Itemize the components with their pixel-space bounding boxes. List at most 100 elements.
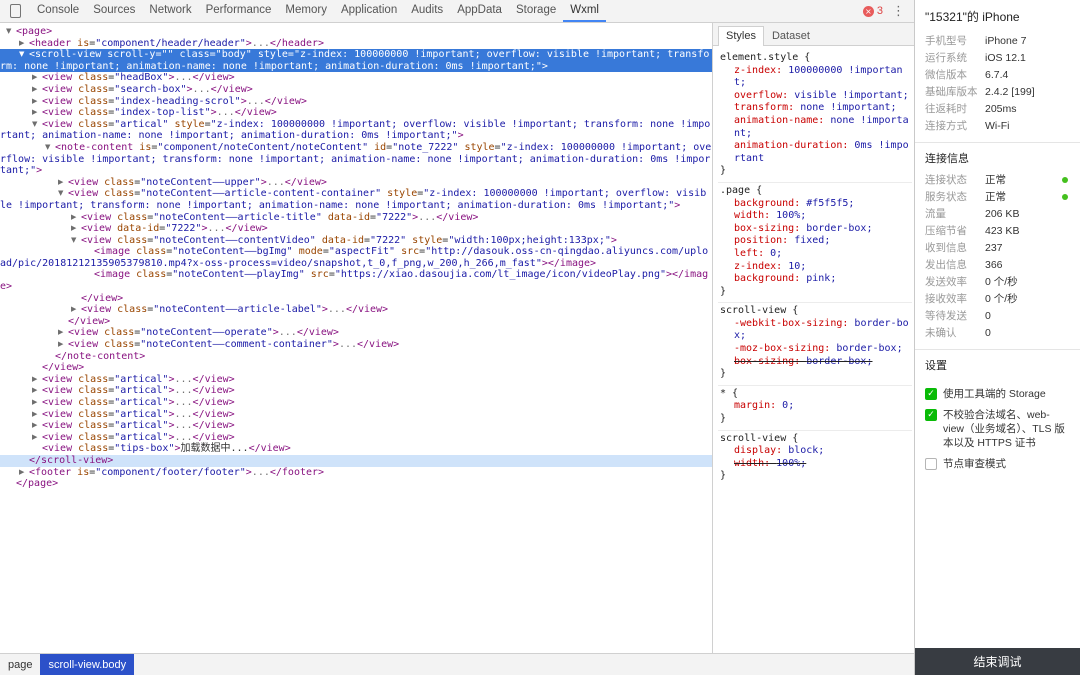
wxml-tree-line[interactable]: ▶ <view class="search-box">...</view>	[0, 84, 712, 96]
wxml-tree-line[interactable]: ▶ <header is="component/header/header">..…	[0, 38, 712, 50]
wxml-tree-line[interactable]: <image class="noteContent——bgImg" mode="…	[0, 246, 712, 269]
wxml-tree-line[interactable]: ▶ <view class="index-heading-scrol">...</…	[0, 96, 712, 108]
style-property[interactable]: box-sizing: border-box;	[720, 356, 910, 369]
rule-selector[interactable]: scroll-view {	[720, 305, 910, 318]
wxml-tree-line[interactable]: ▶ <view data-id="7222">...</view>	[0, 223, 712, 235]
wxml-tree-line[interactable]: </view>	[0, 293, 712, 305]
wxml-tree-line[interactable]: ▶ <footer is="component/footer/footer">..…	[0, 467, 712, 479]
styles-tab-styles[interactable]: Styles	[718, 26, 764, 46]
wxml-tree-line[interactable]: ▼ <page>	[0, 26, 712, 38]
collapse-arrow-icon[interactable]: ▼	[6, 26, 16, 38]
wxml-tree-line[interactable]: </note-content>	[0, 351, 712, 363]
wxml-tree-line[interactable]: ▶ <view class="artical">...</view>	[0, 374, 712, 386]
wxml-tree-line[interactable]: ▼ <view class="noteContent——contentVideo"…	[0, 235, 712, 247]
collapse-arrow-icon[interactable]: ▼	[71, 235, 81, 247]
breadcrumb-item[interactable]: page	[0, 654, 40, 675]
styles-tab-dataset[interactable]: Dataset	[764, 26, 818, 46]
style-property[interactable]: background: #f5f5f5;	[720, 198, 910, 211]
wxml-tree-line[interactable]: ▶ <view class="noteContent——upper">...</v…	[0, 177, 712, 189]
wxml-tree-line[interactable]: </page>	[0, 478, 712, 490]
style-property[interactable]: left: 0;	[720, 248, 910, 261]
breadcrumb-item[interactable]: scroll-view.body	[40, 654, 135, 675]
expand-arrow-icon[interactable]: ▶	[71, 223, 81, 235]
style-property[interactable]: margin: 0;	[720, 400, 910, 413]
style-property[interactable]: display: block;	[720, 445, 910, 458]
wxml-tree-line[interactable]: <view class="tips-box">加载数据中...</view>	[0, 443, 712, 455]
expand-arrow-icon[interactable]: ▶	[32, 420, 42, 432]
wxml-tree-line[interactable]: <image class="noteContent——playImg" src=…	[0, 269, 712, 292]
expand-arrow-icon[interactable]: ▶	[71, 304, 81, 316]
expand-arrow-icon[interactable]: ▶	[32, 432, 42, 444]
setting-item[interactable]: 节点审查模式	[925, 457, 1070, 471]
wxml-tree-line[interactable]: ▶ <view class="noteContent——operate">...<…	[0, 327, 712, 339]
expand-arrow-icon[interactable]: ▶	[19, 467, 29, 479]
style-property[interactable]: overflow: visible !important;	[720, 90, 910, 103]
wxml-tree-line[interactable]: ▶ <view class="artical">...</view>	[0, 409, 712, 421]
setting-item[interactable]: ✓ 不校验合法域名、web-view（业务域名）、TLS 版本以及 HTTPS 证…	[925, 408, 1070, 450]
style-property[interactable]: background: pink;	[720, 273, 910, 286]
tab-appdata[interactable]: AppData	[450, 0, 509, 22]
expand-arrow-icon[interactable]: ▶	[19, 38, 29, 50]
rule-selector[interactable]: * {	[720, 388, 910, 401]
setting-item[interactable]: ✓ 使用工具端的 Storage	[925, 387, 1070, 401]
wxml-tree-line[interactable]: ▶ <view class="artical">...</view>	[0, 385, 712, 397]
collapse-arrow-icon[interactable]: ▼	[19, 49, 29, 61]
wxml-tree-line[interactable]: ▶ <view class="artical">...</view>	[0, 420, 712, 432]
style-property[interactable]: position: fixed;	[720, 235, 910, 248]
rule-selector[interactable]: element.style {	[720, 52, 910, 65]
expand-arrow-icon[interactable]: ▶	[32, 409, 42, 421]
tab-audits[interactable]: Audits	[404, 0, 450, 22]
style-property[interactable]: animation-duration: 0ms !important	[720, 140, 910, 165]
rule-selector[interactable]: scroll-view {	[720, 433, 910, 446]
wxml-tree-line[interactable]: ▶ <view class="headBox">...</view>	[0, 72, 712, 84]
error-badge[interactable]: × 3	[862, 5, 883, 17]
expand-arrow-icon[interactable]: ▶	[58, 339, 68, 351]
style-property[interactable]: transform: none !important;	[720, 102, 910, 115]
collapse-arrow-icon[interactable]: ▼	[58, 188, 68, 200]
tab-storage[interactable]: Storage	[509, 0, 563, 22]
wxml-tree-line[interactable]: </scroll-view>	[0, 454, 712, 467]
style-property[interactable]: -moz-box-sizing: border-box;	[720, 343, 910, 356]
wxml-tree-line[interactable]: ▶ <view class="noteContent——comment-conta…	[0, 339, 712, 351]
expand-arrow-icon[interactable]: ▶	[58, 327, 68, 339]
checkbox[interactable]	[925, 458, 937, 470]
wxml-tree-line[interactable]: ▼ <view class="artical" style="z-index: 1…	[0, 119, 712, 142]
kebab-menu-icon[interactable]: ⋮	[892, 4, 905, 19]
tab-sources[interactable]: Sources	[86, 0, 142, 22]
wxml-tree-line[interactable]: </view>	[0, 362, 712, 374]
checkbox[interactable]: ✓	[925, 388, 937, 400]
style-property[interactable]: z-index: 10;	[720, 261, 910, 274]
tab-performance[interactable]: Performance	[199, 0, 279, 22]
style-property[interactable]: animation-name: none !important;	[720, 115, 910, 140]
style-property[interactable]: -webkit-box-sizing: border-box;	[720, 318, 910, 343]
expand-arrow-icon[interactable]: ▶	[32, 96, 42, 108]
checkbox[interactable]: ✓	[925, 409, 937, 421]
device-toggle-icon[interactable]	[10, 4, 21, 18]
wxml-tree-line[interactable]: ▼ <view class="noteContent——article-conte…	[0, 188, 712, 211]
rule-selector[interactable]: .page {	[720, 185, 910, 198]
expand-arrow-icon[interactable]: ▶	[32, 72, 42, 84]
tab-application[interactable]: Application	[334, 0, 404, 22]
wxml-tree-line[interactable]: ▶ <view class="noteContent——article-title…	[0, 212, 712, 224]
wxml-tree-line[interactable]: ▼ <scroll-view scroll-y="" class="body" s…	[0, 49, 712, 73]
expand-arrow-icon[interactable]: ▶	[32, 107, 42, 119]
collapse-arrow-icon[interactable]: ▼	[45, 142, 55, 154]
tab-memory[interactable]: Memory	[278, 0, 334, 22]
tab-network[interactable]: Network	[142, 0, 198, 22]
expand-arrow-icon[interactable]: ▶	[58, 177, 68, 189]
wxml-tree-line[interactable]: ▶ <view class="artical">...</view>	[0, 397, 712, 409]
style-property[interactable]: width: 100%;	[720, 210, 910, 223]
wxml-tree-line[interactable]: ▼ <note-content is="component/noteContent…	[0, 142, 712, 177]
expand-arrow-icon[interactable]: ▶	[32, 374, 42, 386]
wxml-tree-line[interactable]: </view>	[0, 316, 712, 328]
expand-arrow-icon[interactable]: ▶	[32, 397, 42, 409]
tab-console[interactable]: Console	[30, 0, 86, 22]
expand-arrow-icon[interactable]: ▶	[32, 84, 42, 96]
wxml-tree-line[interactable]: ▶ <view class="artical">...</view>	[0, 432, 712, 444]
style-property[interactable]: z-index: 100000000 !important;	[720, 65, 910, 90]
collapse-arrow-icon[interactable]: ▼	[32, 119, 42, 131]
expand-arrow-icon[interactable]: ▶	[32, 385, 42, 397]
end-debug-button[interactable]: 结束调试	[915, 648, 1080, 675]
wxml-tree-line[interactable]: ▶ <view class="noteContent——article-label…	[0, 304, 712, 316]
style-property[interactable]: box-sizing: border-box;	[720, 223, 910, 236]
